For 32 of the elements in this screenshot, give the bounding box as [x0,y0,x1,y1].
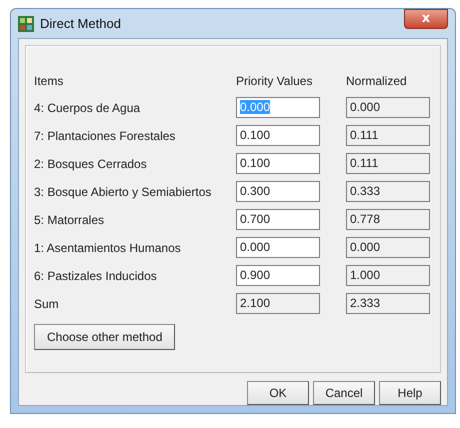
sum-field: 2.333 [346,293,430,314]
help-button[interactable]: Help [379,381,441,405]
app-icon [18,16,34,32]
column-header: Normalized [346,73,408,90]
normalized-field: 0.333 [346,181,430,202]
column-header: Items [34,73,64,90]
priority-field[interactable]: 0.300 [236,181,320,202]
normalized-field: 1.000 [346,265,430,286]
sum-label: Sum [34,296,60,310]
choose-method-button[interactable]: Choose other method [34,324,176,350]
cancel-button[interactable]: Cancel [313,381,375,405]
priority-field[interactable]: 0.900 [236,265,320,286]
item-label: 3: Bosque Abierto y Semiabiertos [34,184,212,198]
sum-field: 2.100 [236,293,320,314]
item-label: 2: Bosques Cerrados [34,156,148,170]
normalized-field: 0.111 [346,153,430,174]
item-label: 4: Cuerpos de Agua [34,100,142,114]
normalized-field: 0.111 [346,125,430,146]
priority-field[interactable]: 0.700 [236,209,320,230]
item-label: 5: Matorrales [34,212,106,226]
priority-field[interactable]: 0.000 [236,237,320,258]
window-title: Direct Method [40,16,122,31]
column-header: Priority Values [236,73,314,90]
normalized-field: 0.778 [346,209,430,230]
priority-field[interactable]: 0.100 [236,153,320,174]
normalized-field: 0.000 [346,97,430,118]
normalized-field: 0.000 [346,237,430,258]
item-label: 1: Asentamientos Humanos [34,240,182,254]
priority-field[interactable]: 0.100 [236,125,320,146]
item-label: 7: Plantaciones Forestales [34,128,176,142]
ok-button[interactable]: OK [247,381,309,405]
item-label: 6: Pastizales Inducidos [34,268,158,282]
